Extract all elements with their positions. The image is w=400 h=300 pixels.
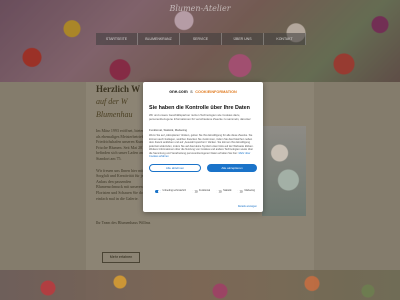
toggle-switch-marketing[interactable] <box>236 190 243 194</box>
toggle-switch-statistics[interactable] <box>215 190 222 194</box>
toggle-item-statistics[interactable]: Statistik <box>215 189 232 194</box>
toggle-label-statistics: Statistik <box>223 189 232 193</box>
toggle-label-marketing: Marketing <box>244 189 255 193</box>
toggle-item-necessary[interactable]: Unbedingt erforderlich <box>155 189 187 194</box>
consent-title: Sie haben die Kontrolle über Ihre Daten <box>149 105 250 111</box>
toggle-label-necessary: Unbedingt erforderlich <box>162 189 187 193</box>
consent-brand: one.com & COOKIEINFORMATION <box>143 89 263 94</box>
brand-separator: & <box>190 89 194 94</box>
brand-logo-onecom: one.com <box>169 89 188 94</box>
show-details-link[interactable]: Details anzeigen <box>238 205 257 208</box>
welcome-subheading: auf der W <box>96 97 128 106</box>
consent-intro: Wir und unsere Geschäftspartner nutzen T… <box>149 113 252 121</box>
site-title: Blumen-Atelier <box>169 4 231 13</box>
team-signature: Ihr Team des Blumenhaus Willms <box>96 220 151 225</box>
consent-purposes: Funktional, Statistik, Marketing <box>149 128 188 132</box>
more-button[interactable]: Mehr erfahren <box>102 252 140 263</box>
nav-item-startseite[interactable]: STARTSEITE <box>96 33 138 45</box>
toggle-item-marketing[interactable]: Marketing <box>236 189 255 194</box>
toggle-label-functional: Funktional <box>199 189 211 193</box>
cookie-consent-dialog: one.com & COOKIEINFORMATION Sie haben di… <box>143 82 263 212</box>
reject-all-button[interactable]: Alle ablehnen <box>149 164 201 172</box>
footer-banner <box>0 270 400 300</box>
welcome-heading: Herzlich W <box>96 84 141 94</box>
main-nav: STARTSEITE BLUMENKRANZ SERVICE ÜBER UNS … <box>96 33 306 45</box>
toggle-switch-functional[interactable] <box>191 190 198 194</box>
consent-button-row: Alle ablehnen Alle akzeptieren <box>149 164 257 172</box>
toggle-switch-necessary[interactable] <box>155 190 161 194</box>
nav-item-service[interactable]: SERVICE <box>180 33 222 45</box>
accept-all-button[interactable]: Alle akzeptieren <box>207 164 257 172</box>
welcome-subheading-2: Blumenhau <box>96 110 133 119</box>
hero-banner: Blumen-Atelier STARTSEITE BLUMENKRANZ SE… <box>0 0 400 82</box>
shop-photo <box>262 126 306 216</box>
consent-toggles: Unbedingt erforderlich Funktional Statis… <box>155 189 255 194</box>
nav-item-ueber-uns[interactable]: ÜBER UNS <box>222 33 264 45</box>
toggle-item-functional[interactable]: Funktional <box>191 189 211 194</box>
brand-logo-cookieinformation: COOKIEINFORMATION <box>195 90 237 94</box>
nav-item-blumenkranz[interactable]: BLUMENKRANZ <box>138 33 180 45</box>
nav-item-kontakt[interactable]: KONTAKT <box>264 33 306 45</box>
consent-detail: Wenn Sie auf „Akzeptieren“ klicken, gebe… <box>149 134 257 159</box>
